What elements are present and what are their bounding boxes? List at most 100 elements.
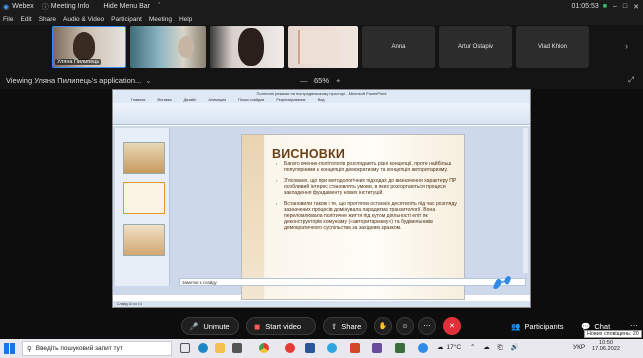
windows-start-icon[interactable]: [4, 343, 15, 354]
unmute-button[interactable]: 🎤 Unmute: [181, 317, 239, 335]
explorer-icon[interactable]: [215, 343, 225, 353]
temperature: 17°C: [446, 343, 462, 351]
info-icon[interactable]: ⓘ: [42, 2, 49, 12]
menu-edit[interactable]: Edit: [20, 16, 31, 23]
slide-heading: ВИСНОВКИ: [272, 147, 346, 161]
minimize-icon[interactable]: –: [613, 3, 617, 10]
reactions-button[interactable]: ☺: [396, 317, 414, 335]
menu-meeting[interactable]: Meeting: [149, 16, 172, 23]
opera-icon[interactable]: [285, 343, 295, 353]
fullscreen-icon[interactable]: ⤢: [628, 75, 634, 85]
slide-bullets: Багато вчених-політологів розглядають рі…: [276, 161, 460, 236]
strip-next-arrow-icon[interactable]: ›: [625, 41, 628, 51]
mic-muted-icon: 🎤: [189, 321, 199, 331]
ppt-window-title: Політичні режими на пострадянському прос…: [113, 90, 530, 97]
ppt-tab[interactable]: Дизайн: [184, 98, 197, 102]
video-tile[interactable]: [130, 26, 206, 68]
start-video-button[interactable]: ◼ Start video: [246, 317, 316, 335]
edge-icon[interactable]: [198, 343, 208, 353]
webex-watermark-icon: [493, 276, 511, 289]
ppt-ribbon: [113, 103, 530, 125]
name-tile-vlad[interactable]: Vlad Khlon: [516, 26, 589, 68]
ppt-tab[interactable]: Главная: [131, 98, 145, 102]
share-label: Share: [341, 321, 362, 331]
participants-label: Participants: [524, 321, 564, 331]
share-button[interactable]: ⇧ Share: [323, 317, 367, 335]
slide-bullet: Встановили також і те, що протягом остан…: [276, 201, 460, 231]
name-tile-artur[interactable]: Artur Ostapiv: [439, 26, 512, 68]
search-icon: ⚲: [27, 345, 32, 353]
participants-icon: 👥: [511, 321, 521, 331]
word-icon[interactable]: [305, 343, 315, 353]
more-options-button[interactable]: ⋯: [418, 317, 436, 335]
store-icon[interactable]: [232, 343, 242, 353]
windows-taskbar: ⚲ Введіть пошуковий запит тут ☁ 17°C ⌃ ☁…: [0, 330, 643, 358]
name-tile-anna[interactable]: Anna: [362, 26, 435, 68]
taskbar-search-box[interactable]: ⚲ Введіть пошуковий запит тут: [22, 341, 172, 356]
title-bar: ◉ Webex ⓘ Meeting Info Hide Menu Bar ˆ 0…: [0, 0, 643, 13]
participants-button[interactable]: 👥 Participants: [504, 317, 566, 335]
language-indicator[interactable]: УКР: [573, 344, 585, 351]
menu-audio-video[interactable]: Audio & Video: [63, 16, 104, 23]
slide-bullet: Багато вчених-політологів розглядають рі…: [276, 161, 460, 173]
ppt-tab[interactable]: Вставка: [157, 98, 171, 102]
slide-bullet: З'ясовано, що при методологічних підхода…: [276, 178, 460, 196]
ppt-tab[interactable]: Вид: [318, 98, 325, 102]
ppt-tab[interactable]: Анимация: [208, 98, 226, 102]
participant-strip: Уляна Пилипець Anna Artur Ostapiv Vlad K…: [0, 25, 643, 71]
chrome-icon[interactable]: [259, 343, 269, 353]
video-off-icon: ◼: [254, 321, 261, 331]
video-tile[interactable]: [210, 26, 284, 68]
menu-participant[interactable]: Participant: [111, 16, 142, 23]
maximize-icon[interactable]: □: [623, 3, 627, 10]
hide-menu-bar-button[interactable]: Hide Menu Bar: [103, 3, 150, 10]
slide-thumbnail[interactable]: [123, 142, 165, 174]
webex-taskbar-icon[interactable]: [418, 343, 428, 353]
close-icon[interactable]: ✕: [633, 3, 639, 11]
menu-file[interactable]: File: [3, 16, 13, 23]
telegram-icon[interactable]: [327, 343, 337, 353]
ppt-status-bar: Слайд 10 из 14: [113, 301, 530, 307]
notes-pane[interactable]: Заметки к слайду: [179, 278, 526, 286]
video-tile[interactable]: [288, 26, 358, 68]
participant-name-label: Уляна Пилипець: [55, 59, 102, 65]
search-placeholder: Введіть пошуковий запит тут: [35, 345, 123, 352]
clock-date: 17.06.2022: [592, 346, 620, 352]
ppt-tab[interactable]: Рецензирование: [276, 98, 305, 102]
background-wall: [298, 30, 338, 64]
powerpoint-icon[interactable]: [350, 343, 360, 353]
participant-face: [178, 36, 194, 58]
zoom-in-button[interactable]: +: [336, 76, 340, 85]
zoom-out-button[interactable]: —: [300, 76, 308, 85]
slide-thumbnails-pane: [115, 128, 170, 286]
ppt-tab[interactable]: Показ слайдов: [238, 98, 264, 102]
app-icon[interactable]: [395, 343, 405, 353]
start-video-label: Start video: [265, 321, 302, 331]
unmute-label: Unmute: [203, 321, 230, 331]
slide-thumbnail-selected[interactable]: [123, 182, 165, 214]
taskview-icon[interactable]: [180, 343, 190, 353]
slide-canvas[interactable]: ВИСНОВКИ Багато вчених-політологів розгл…: [241, 134, 465, 300]
video-tile-active[interactable]: Уляна Пилипець: [52, 26, 126, 68]
menu-bar: File Edit Share Audio & Video Participan…: [0, 13, 643, 25]
slide-thumbnail[interactable]: [123, 224, 165, 256]
share-icon: ⇧: [331, 321, 338, 331]
meeting-info-button[interactable]: Meeting Info: [51, 3, 90, 10]
more-icon[interactable]: ⋯: [630, 321, 638, 330]
viewing-label: Viewing Уляна Пилипець's application...: [6, 75, 142, 85]
weather-widget[interactable]: ☁ 17°C: [437, 343, 462, 352]
end-call-button[interactable]: ✕: [443, 317, 461, 335]
dropdown-chevron-icon[interactable]: ⌄: [145, 76, 151, 85]
menu-share[interactable]: Share: [39, 16, 56, 23]
vertical-scrollbar[interactable]: [523, 128, 528, 273]
ppt-workspace: ВИСНОВКИ Багато вчених-політологів розгл…: [113, 126, 530, 300]
tray-icons[interactable]: ⌃ ☁ ⎗ 🔊: [470, 343, 522, 352]
menu-help[interactable]: Help: [179, 16, 192, 23]
powerpoint-window: Політичні режими на пострадянському прос…: [112, 89, 531, 308]
clock[interactable]: 10:50 17.06.2022: [592, 340, 620, 352]
raise-hand-button[interactable]: ✋: [374, 317, 392, 335]
slide-decoration: [242, 135, 264, 299]
app-title: Webex: [12, 3, 34, 10]
chevron-up-icon[interactable]: ˆ: [158, 3, 160, 10]
app-icon[interactable]: [372, 343, 382, 353]
